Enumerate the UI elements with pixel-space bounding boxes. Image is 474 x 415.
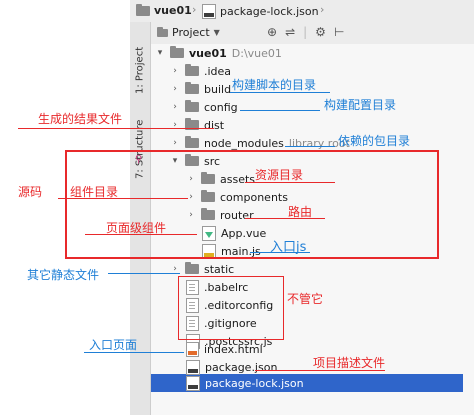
annotation-component-dir: 组件目录 (70, 185, 119, 199)
breadcrumb: vue01 › package-lock.json › (130, 0, 474, 23)
chevron-right-icon: › (192, 3, 197, 16)
annotation-route: 路由 (288, 205, 313, 219)
annotation-asset-dir: 资源目录 (255, 168, 304, 182)
chevron-right-icon: › (173, 138, 177, 148)
annotation-line (240, 110, 320, 111)
chevron-down-icon: ▾ (157, 48, 163, 58)
dropdown-arrow-icon: ▼ (213, 28, 220, 37)
split-icon[interactable]: ⇌ (285, 25, 295, 39)
annotation-line (285, 146, 335, 147)
annotation-project-desc: 项目描述文件 (313, 356, 386, 370)
folder-icon (185, 100, 199, 112)
folder-icon (185, 262, 199, 274)
json-file-icon (186, 359, 200, 375)
folder-icon (170, 46, 184, 58)
breadcrumb-file[interactable]: package-lock.json (202, 4, 319, 19)
breadcrumb-project[interactable]: vue01 (136, 3, 192, 17)
folder-icon (136, 3, 150, 16)
tab-project[interactable]: 1: Project (130, 30, 150, 110)
project-view-icon (157, 26, 168, 37)
folder-icon (185, 136, 199, 148)
annotation-deps-dir: 依赖的包目录 (338, 134, 411, 148)
annotation-other-static: 其它静态文件 (27, 268, 100, 282)
tree-item-package-lock[interactable]: package-lock.json (186, 374, 304, 392)
annotation-build-dir: 构建脚本的目录 (232, 78, 317, 92)
src-highlight-box (65, 150, 439, 259)
tree-item-root[interactable]: ▾ vue01 D:\vue01 (155, 44, 282, 62)
html-file-icon (186, 341, 199, 357)
chevron-right-icon: › (173, 66, 177, 76)
tree-item-config[interactable]: › config (170, 98, 238, 116)
tree-item-build[interactable]: › build (170, 80, 231, 98)
annotation-entry-page: 入口页面 (89, 338, 138, 352)
tree-item-idea[interactable]: › .idea (170, 62, 231, 80)
config-files-box (178, 276, 284, 340)
annotation-not-care: 不管它 (287, 292, 324, 306)
annotation-line (18, 128, 214, 129)
target-icon[interactable]: ⊕ (267, 25, 277, 39)
folder-icon (185, 82, 199, 94)
json-file-icon (186, 375, 200, 391)
annotation-line (108, 273, 180, 274)
annotation-source: 源码 (18, 185, 43, 199)
collapse-icon[interactable]: ⊢ (334, 25, 344, 39)
project-toolbar: Project ▼ ⊕ ⇌ | ⚙ ⊢ (151, 22, 474, 45)
annotation-dist-result: 生成的结果文件 (38, 112, 123, 126)
annotation-line (245, 218, 325, 219)
view-selector[interactable]: Project ▼ (157, 26, 220, 39)
gear-icon[interactable]: ⚙ (315, 25, 326, 39)
chevron-right-icon: › (320, 3, 325, 16)
tree-item-dist[interactable]: › dist (170, 116, 224, 134)
annotation-config-dir: 构建配置目录 (324, 98, 397, 112)
annotation-page-component: 页面级组件 (106, 221, 167, 235)
chevron-right-icon: › (173, 84, 177, 94)
json-file-icon (202, 4, 216, 19)
folder-icon (185, 64, 199, 76)
tree-item-index-html[interactable]: index.html (186, 340, 263, 358)
chevron-right-icon: › (173, 102, 177, 112)
annotation-entry-js: 入口js (270, 240, 307, 255)
